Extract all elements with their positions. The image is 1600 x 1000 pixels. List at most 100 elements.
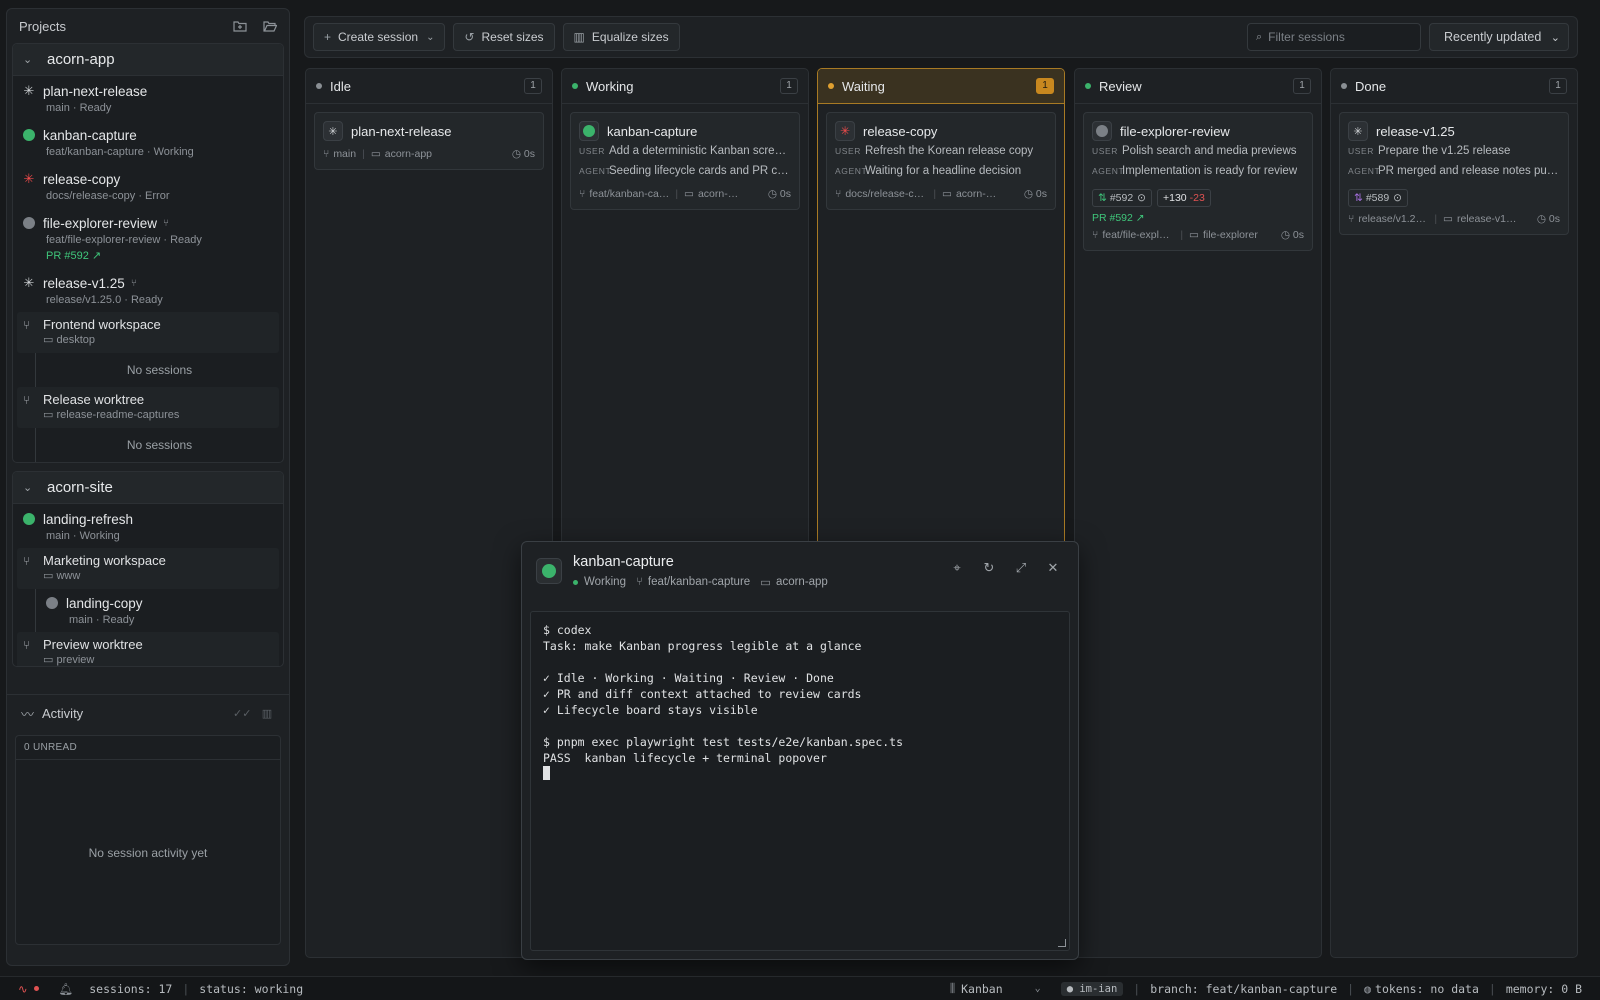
- user-message: Prepare the v1.25 release: [1378, 145, 1511, 157]
- project-header[interactable]: ⌄ acorn-site: [13, 472, 283, 504]
- card-folder: acorn-app: [384, 148, 433, 160]
- github-user-badge[interactable]: ● im-ian: [1060, 981, 1124, 996]
- equalize-sizes-button[interactable]: ▥ Equalize sizes: [562, 23, 680, 51]
- close-icon[interactable]: ✕: [1042, 560, 1064, 580]
- worktree-name: Preview worktree: [43, 637, 143, 652]
- status-dot: [1085, 83, 1091, 89]
- sidebar: Projects ⌄ acorn-app ✳ plan-next-release …: [6, 8, 290, 966]
- chevron-down-icon[interactable]: ⌄: [23, 53, 37, 66]
- github-icon: ●: [1066, 982, 1074, 995]
- reset-sizes-button[interactable]: ↺ Reset sizes: [453, 23, 555, 51]
- git-branch-icon: ⑂: [323, 148, 330, 160]
- session-card[interactable]: ✳ plan-next-release ⑂ main | ▭ acorn-app ◷…: [314, 112, 544, 170]
- folder-icon: ▭: [942, 188, 952, 200]
- user-message: Refresh the Korean release copy: [865, 145, 1034, 157]
- folder-plus-icon[interactable]: [231, 17, 249, 35]
- session-name: landing-copy: [66, 595, 143, 611]
- worktree[interactable]: ⑂ Frontend workspace ▭ desktop: [17, 312, 279, 353]
- check-all-icon[interactable]: ✓✓: [233, 707, 251, 720]
- branch-icon: ⑂: [130, 277, 137, 289]
- agent-message: PR merged and release notes published: [1378, 165, 1560, 177]
- external-link-icon: ↗: [1135, 212, 1145, 224]
- role-user: USER: [1348, 146, 1375, 156]
- project-header[interactable]: ⌄ acorn-app: [13, 44, 283, 76]
- resize-handle-icon[interactable]: [1058, 939, 1066, 947]
- sidebar-session[interactable]: ✳ release-v1.25 ⑂ release/v1.25.0 · Ready: [13, 268, 283, 312]
- create-session-button[interactable]: + Create session ⌄: [313, 23, 446, 51]
- agent-message: Waiting for a headline decision: [865, 165, 1022, 177]
- column-title: Done: [1355, 78, 1387, 94]
- card-branch: docs/release-copy: [845, 188, 928, 200]
- reset-icon: ↺: [464, 30, 475, 44]
- sidebar-session[interactable]: file-explorer-review ⑂ feat/file-explorer…: [13, 208, 283, 268]
- session-card[interactable]: kanban-capture USER Add a deterministic K…: [570, 112, 800, 210]
- expand-icon[interactable]: ⤢: [1010, 560, 1032, 580]
- card-branch: release/v1.25.0: [1358, 213, 1429, 225]
- terminal[interactable]: $ codex Task: make Kanban progress legib…: [530, 611, 1070, 951]
- filter-sessions-input[interactable]: [1268, 30, 1399, 44]
- card-title: release-copy: [863, 123, 938, 139]
- alert-dot: [33, 986, 39, 991]
- sidebar-session[interactable]: ✳ release-copy docs/release-copy · Error: [13, 164, 283, 208]
- bell-icon[interactable]: 🔔︎: [59, 982, 74, 996]
- status-dot: [316, 83, 322, 89]
- sidebar-session[interactable]: kanban-capture feat/kanban-capture · Wor…: [13, 120, 283, 164]
- chevron-down-icon[interactable]: ⌄: [1035, 983, 1041, 994]
- asterisk-icon: ✳: [23, 275, 35, 290]
- refresh-icon[interactable]: ↻: [978, 560, 1000, 580]
- asterisk-icon: ✳: [23, 83, 35, 98]
- worktree[interactable]: ⑂ Marketing workspace ▭ www: [17, 548, 279, 589]
- status-bar: ∿ 🔔︎ sessions: 17 | status: working ⫼ Ka…: [0, 976, 1600, 1000]
- sidebar-header: Projects: [7, 9, 289, 43]
- card-folder: acorn-app: [955, 188, 1002, 200]
- column-count: 1: [1549, 78, 1567, 94]
- worktree[interactable]: ⑂ Release worktree ▭ release-readme-captu…: [17, 387, 279, 428]
- git-branch-icon: ⑂: [579, 188, 586, 200]
- branch-status: branch: feat/kanban-capture: [1150, 981, 1338, 996]
- pr-chip[interactable]: ⇅ #589 ⊙: [1348, 189, 1408, 207]
- trash-icon[interactable]: ▥: [259, 707, 275, 720]
- session-card[interactable]: ✳ release-copy USER Refresh the Korean re…: [826, 112, 1056, 210]
- project-acorn-app: ⌄ acorn-app ✳ plan-next-release main · Re…: [12, 43, 284, 463]
- chevron-down-icon: ⌄: [1550, 31, 1560, 44]
- git-branch-icon: ⑂: [23, 637, 31, 652]
- worktree[interactable]: ⑂ Preview worktree ▭ preview: [17, 632, 279, 666]
- activity-panel: 〰 Activity ✓✓ ▥ 0 UNREAD No session acti…: [7, 694, 289, 965]
- pr-link[interactable]: PR #592 ↗: [46, 248, 273, 264]
- kanban-view-icon: ⫼: [949, 981, 956, 995]
- sort-select[interactable]: Recently updated ⌄: [1429, 23, 1569, 51]
- pr-link[interactable]: PR #592 ↗: [1092, 210, 1304, 226]
- session-meta: main · Working: [46, 530, 120, 542]
- worktree-name: Marketing workspace: [43, 553, 166, 568]
- view-selector[interactable]: Kanban: [961, 982, 1003, 996]
- sidebar-session[interactable]: ✳ plan-next-release main · Ready: [13, 76, 283, 120]
- sidebar-session[interactable]: landing-copy main · Ready: [35, 589, 283, 632]
- column-count: 1: [1293, 78, 1311, 94]
- green-agent-icon: [23, 513, 35, 525]
- search-icon: ⌕: [1256, 30, 1263, 43]
- session-meta: feat/kanban-capture · Working: [46, 146, 194, 158]
- status-dot: [828, 83, 834, 89]
- folder-icon: ▭: [760, 577, 772, 589]
- column-count: 1: [1036, 78, 1054, 94]
- activity-pulse-icon: 〰: [21, 706, 35, 722]
- chevron-down-icon: ⌄: [426, 31, 435, 43]
- worktree-folder: preview: [56, 654, 95, 666]
- card-time: ◷ 0s: [1023, 188, 1047, 200]
- locate-icon[interactable]: ⌖: [946, 560, 968, 580]
- card-folder: acorn-app: [697, 188, 740, 200]
- chevron-down-icon[interactable]: ⌄: [23, 481, 37, 494]
- folder-open-icon[interactable]: [261, 17, 279, 35]
- card-branch: feat/file-explorer-review: [1102, 229, 1175, 241]
- pr-chip[interactable]: ⇅ #592 ⊙: [1092, 189, 1152, 207]
- session-name: release-copy: [43, 171, 121, 187]
- sidebar-session[interactable]: landing-refresh main · Working: [13, 504, 283, 548]
- folder-icon: ▭: [43, 409, 54, 421]
- worktree-name: Release worktree: [43, 392, 145, 407]
- gray-agent-icon: [1092, 121, 1112, 141]
- session-card[interactable]: file-explorer-review USER Polish search a…: [1083, 112, 1313, 251]
- terminal-popover: kanban-capture Working ⑂ feat/kanban-cap…: [521, 541, 1079, 960]
- status-dot: [572, 83, 578, 89]
- terminal-output: $ codex Task: make Kanban progress legib…: [543, 623, 904, 765]
- session-card[interactable]: ✳ release-v1.25 USER Prepare the v1.25 re…: [1339, 112, 1569, 235]
